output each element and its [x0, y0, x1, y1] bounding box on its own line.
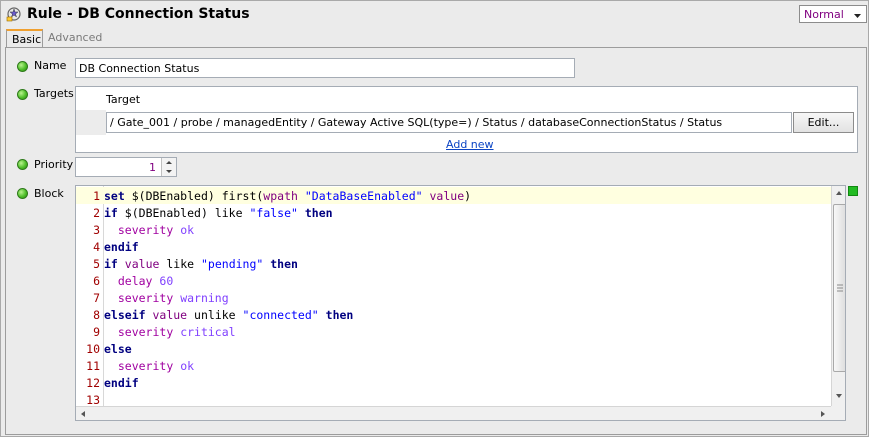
line-number: 2 — [93, 206, 100, 220]
line-number: 6 — [93, 274, 100, 288]
rule-icon — [6, 6, 22, 22]
status-ok-icon — [17, 89, 28, 100]
targets-label: Targets — [34, 87, 74, 100]
decrement-icon[interactable] — [162, 167, 176, 176]
code-line[interactable]: 9 severity critical — [76, 323, 831, 340]
line-number: 1 — [93, 189, 100, 203]
name-input[interactable]: DB Connection Status — [75, 58, 575, 78]
tab-basic-label: Basic — [12, 33, 42, 46]
code-text: if $(DBEnabled) like "false" then — [104, 206, 333, 220]
line-number: 13 — [86, 393, 100, 407]
code-line[interactable]: 12 endif — [76, 374, 831, 391]
tab-advanced[interactable]: Advanced — [43, 29, 105, 46]
code-editor[interactable]: 1 set $(DBEnabled) first(wpath "DataBase… — [75, 185, 846, 421]
code-text: if value like "pending" then — [104, 257, 298, 271]
status-ok-icon — [17, 188, 28, 199]
code-text: set $(DBEnabled) first(wpath "DataBaseEn… — [104, 189, 472, 203]
priority-stepper[interactable]: 1 — [75, 157, 177, 177]
code-line[interactable]: 4 endif — [76, 238, 831, 255]
tab-advanced-label: Advanced — [48, 31, 103, 44]
line-number: 4 — [93, 240, 100, 254]
edit-button[interactable]: Edit... — [793, 112, 854, 133]
code-text: else — [104, 342, 132, 356]
target-path-value: / Gate_001 / probe / managedEntity / Gat… — [110, 116, 723, 129]
code-line[interactable]: 10 else — [76, 340, 831, 357]
target-path-field[interactable]: / Gate_001 / probe / managedEntity / Gat… — [106, 112, 792, 133]
code-line[interactable]: 8 elseif value unlike "connected" then — [76, 306, 831, 323]
name-label: Name — [34, 59, 67, 72]
priority-value: 1 — [149, 161, 156, 174]
code-text: severity ok — [117, 359, 195, 373]
code-line[interactable]: 5 if value like "pending" then — [76, 255, 831, 272]
code-line[interactable]: 1 set $(DBEnabled) first(wpath "DataBase… — [76, 187, 831, 204]
mode-select-value: Normal — [804, 8, 844, 21]
code-text: delay 60 — [117, 274, 174, 288]
chevron-down-icon — [853, 10, 862, 23]
scroll-corner — [831, 406, 845, 420]
code-text: endif — [104, 240, 139, 254]
code-text: endif — [104, 376, 139, 390]
code-text: elseif value unlike "connected" then — [104, 308, 354, 322]
line-number: 5 — [93, 257, 100, 271]
code-line[interactable]: 2 if $(DBEnabled) like "false" then — [76, 204, 831, 221]
targets-column-header: Target — [106, 93, 141, 106]
vertical-scrollbar[interactable] — [831, 186, 845, 406]
name-input-value: DB Connection Status — [79, 62, 200, 75]
horizontal-scrollbar[interactable] — [76, 406, 831, 420]
scroll-right-icon[interactable] — [821, 411, 825, 417]
page-title: Rule - DB Connection Status — [27, 6, 250, 22]
line-number: 8 — [93, 308, 100, 322]
mode-select[interactable]: Normal — [799, 5, 867, 23]
line-number: 12 — [86, 376, 100, 390]
status-ok-icon — [17, 159, 28, 170]
rule-editor-window: Rule - DB Connection Status Normal Basic… — [0, 0, 869, 437]
code-line[interactable]: 3 severity ok — [76, 221, 831, 238]
tab-basic[interactable]: Basic — [6, 29, 43, 48]
line-number: 11 — [86, 359, 100, 373]
scroll-up-icon[interactable] — [836, 191, 842, 195]
code-line[interactable]: 6 delay 60 — [76, 272, 831, 289]
row-handle[interactable] — [76, 110, 106, 135]
code-line[interactable]: 7 severity warning — [76, 289, 831, 306]
add-new-link[interactable]: Add new — [446, 138, 494, 151]
header: Rule - DB Connection Status Normal — [1, 1, 868, 29]
block-label: Block — [34, 187, 64, 200]
status-ok-icon — [17, 61, 28, 72]
validation-ok-icon — [848, 186, 858, 196]
code-text: severity warning — [117, 291, 229, 305]
code-text: severity critical — [117, 325, 236, 339]
line-number: 10 — [86, 342, 100, 356]
code-line[interactable]: 11 severity ok — [76, 357, 831, 374]
code-text: severity ok — [117, 223, 195, 237]
scroll-left-icon[interactable] — [81, 411, 85, 417]
line-number: 7 — [93, 291, 100, 305]
scroll-thumb[interactable] — [833, 204, 845, 372]
targets-table: Target / Gate_001 / probe / managedEntit… — [75, 86, 858, 153]
line-number: 9 — [93, 325, 100, 339]
priority-label: Priority — [34, 158, 74, 171]
spin-buttons — [161, 158, 176, 176]
line-number: 3 — [93, 223, 100, 237]
scroll-down-icon[interactable] — [836, 394, 842, 398]
